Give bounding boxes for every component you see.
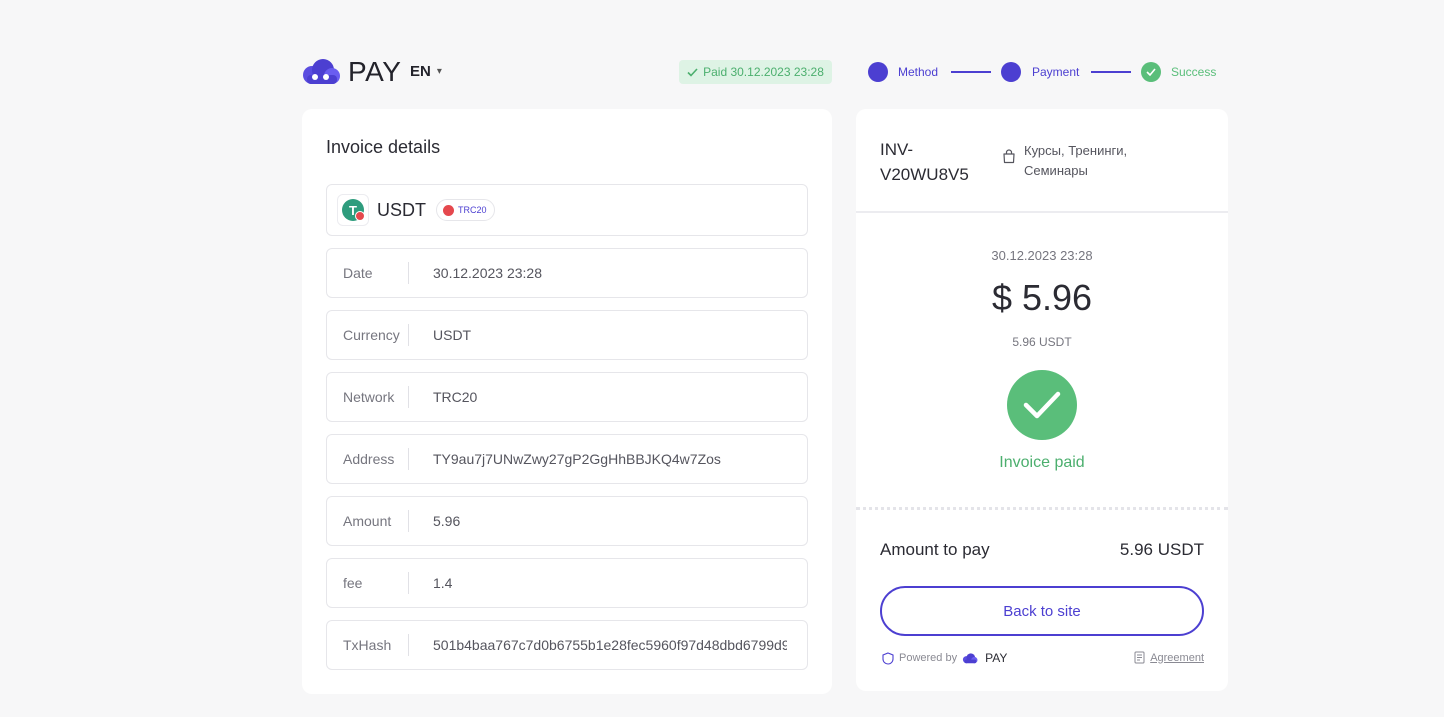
step-success-dot [1141,62,1161,82]
detail-value: 30.12.2023 23:28 [433,265,542,281]
detail-key: Amount [343,513,392,529]
detail-value[interactable]: 501b4baa767c7d0b6755b1e28fec5960f97d48db… [409,637,787,653]
detail-key: TxHash [343,637,392,653]
detail-value: 1.4 [433,575,453,591]
detail-value[interactable]: TY9au7j7UNwZwy27gP2GgHhBBJKQ4w7Zos [409,451,787,467]
coin-name: USDT [377,199,426,220]
detail-key: fee [343,575,363,591]
language-label: EN [410,63,431,80]
language-selector[interactable]: EN ▾ [410,63,442,80]
payment-amount-usd: $ 5.96 [991,277,1093,318]
invoice-id: INV-V20WU8V5 [880,140,969,184]
detail-row-amount: Amount 5.96 [326,496,808,546]
chevron-down-icon: ▾ [436,66,442,77]
tron-network-icon [355,211,365,221]
payment-summary-card: INV-V20WU8V5 Курсы, Тренинги, Семинары 3… [856,109,1228,691]
tron-icon [443,204,454,216]
dotted-divider [856,507,1228,510]
usdt-coin-icon: T [337,194,369,226]
payment-amount-crypto: 5.96 USDT [1012,335,1072,349]
shield-icon [882,651,894,665]
success-check-icon [1007,370,1077,440]
detail-value: USDT [433,327,472,343]
powered-brand: PAY [985,651,1008,665]
detail-row-network: Network TRC20 [326,372,808,422]
powered-by-label: Powered by [899,652,958,664]
paid-status-badge: Paid 30.12.2023 23:28 [679,60,832,84]
powered-by: Powered by PAY [882,651,1007,665]
agreement-link[interactable]: Agreement [1134,651,1204,664]
category-label: Курсы, Тренинги, Семинары [1024,143,1128,178]
detail-key: Network [343,389,395,405]
invoice-category: Курсы, Тренинги, Семинары [1002,141,1149,181]
check-icon [1146,68,1156,76]
step-connector [1091,71,1131,73]
step-method-label: Method [898,65,939,79]
network-chip: TRC20 [436,199,495,221]
step-payment-label: Payment [1032,65,1080,79]
detail-key: Date [343,265,373,281]
detail-value: TRC20 [433,389,478,405]
amount-to-pay-label: Amount to pay [880,540,990,559]
check-icon [687,67,698,77]
detail-row-date: Date 30.12.2023 23:28 [326,248,808,298]
coin-summary: T USDT TRC20 [326,184,808,236]
document-icon [1134,651,1145,664]
detail-row-fee: fee 1.4 [326,558,808,608]
invoice-details-card: Invoice details T USDT TRC20 Date 30.12.… [302,109,832,694]
detail-key: Address [343,451,395,467]
detail-row-address[interactable]: Address TY9au7j7UNwZwy27gP2GgHhBBJKQ4w7Z… [326,434,808,484]
agreement-label[interactable]: Agreement [1150,652,1204,664]
cloud-logo-icon [303,59,340,84]
divider [856,211,1228,213]
step-method-dot [868,62,888,82]
paid-badge-text: Paid 30.12.2023 23:28 [703,65,824,79]
check-icon [1023,391,1061,419]
invoice-details-title: Invoice details [326,137,441,157]
step-payment-dot [1001,62,1021,82]
detail-row-txhash[interactable]: TxHash 501b4baa767c7d0b6755b1e28fec5960f… [326,620,808,670]
brand-logo: PAY [302,56,401,88]
payment-date: 30.12.2023 23:28 [991,248,1093,263]
step-success-label: Success [1171,65,1217,79]
detail-value: 5.96 [433,513,461,529]
detail-row-currency: Currency USDT [326,310,808,360]
network-chip-label: TRC20 [458,205,487,215]
detail-key: Currency [343,327,400,343]
amount-to-pay-value: 5.96 USDT [1119,540,1204,559]
progress-stepper: Method Payment Success [868,62,1228,82]
step-connector [951,71,991,73]
shopping-bag-icon [1003,149,1015,164]
invoice-status: Invoice paid [999,454,1085,471]
cloud-logo-icon [963,652,978,663]
brand-name: PAY [348,56,402,87]
back-to-site-button[interactable]: Back to site [880,586,1204,636]
